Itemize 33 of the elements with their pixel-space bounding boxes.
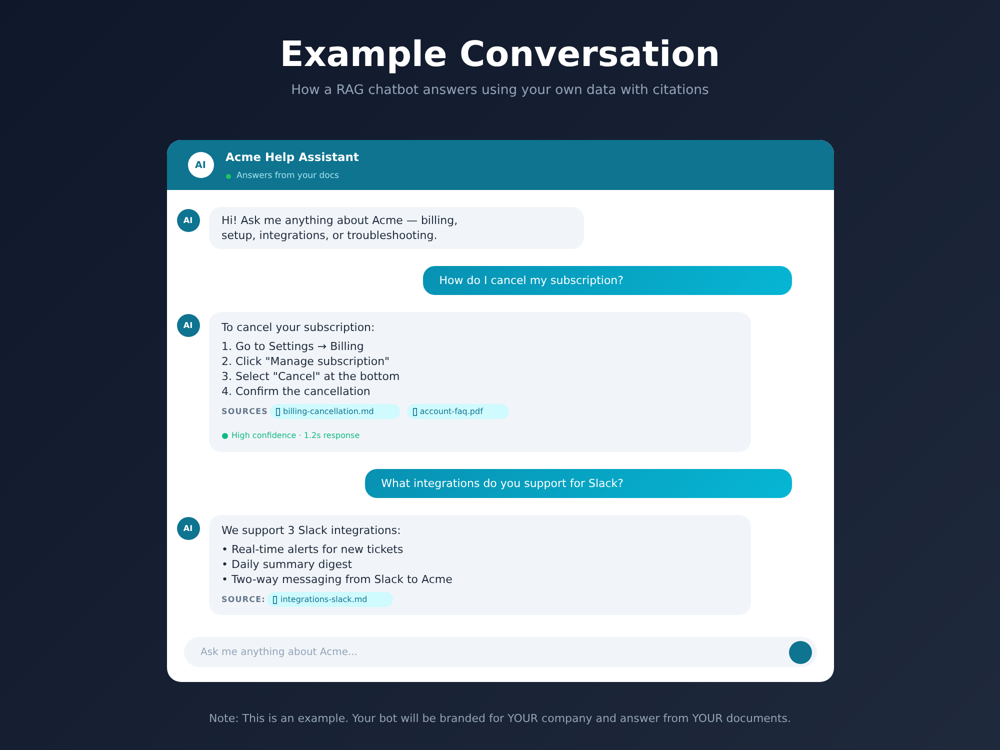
bot-avatar: AI bbox=[176, 314, 200, 337]
source-chip[interactable]: integrations-slack.md bbox=[267, 592, 394, 607]
list-item: 4. Confirm the cancellation bbox=[222, 384, 372, 399]
sources-label: SOURCE: bbox=[222, 594, 266, 606]
bot-message: Hi! Ask me anything about Acme — billing, setup, integrations, or troubleshooting. bbox=[208, 207, 584, 249]
status-dot-icon bbox=[226, 174, 230, 178]
list-item: • Two-way messaging from Slack to Acme bbox=[222, 572, 454, 587]
missing-glyph-icon bbox=[412, 408, 417, 416]
confidence-text: High confidence · 1.2s response bbox=[232, 430, 360, 442]
source-chip[interactable]: billing-cancellation.md bbox=[270, 404, 400, 419]
sources-label: SOURCES bbox=[222, 406, 268, 418]
bot-avatar: AI bbox=[176, 517, 200, 540]
status-text: Answers from your docs bbox=[236, 170, 339, 182]
list-item: 3. Select "Cancel" at the bottom bbox=[222, 369, 401, 384]
footer-note: Note: This is an example. Your bot will be branded for YOUR company and answer from YOUR documents. bbox=[209, 712, 791, 726]
page-subtitle: How a RAG chatbot answers using your own data with citations bbox=[291, 82, 709, 99]
message-input[interactable]: Ask me anything about Acme... bbox=[184, 637, 816, 667]
list-item: 1. Go to Settings → Billing bbox=[222, 339, 365, 354]
message-text: To cancel your subscription: bbox=[222, 320, 376, 335]
user-message: What integrations do you support for Slack? bbox=[365, 469, 792, 498]
assistant-avatar: AI bbox=[188, 152, 214, 178]
assistant-name: Acme Help Assistant bbox=[226, 148, 359, 164]
missing-glyph-icon bbox=[273, 596, 278, 604]
source-chip[interactable]: account-faq.pdf bbox=[406, 404, 509, 419]
message-text: We support 3 Slack integrations: bbox=[222, 523, 402, 538]
list-item: • Real-time alerts for new tickets bbox=[222, 542, 404, 557]
missing-glyph-icon bbox=[276, 408, 280, 416]
confidence-dot-icon bbox=[222, 433, 228, 439]
bot-avatar: AI bbox=[176, 209, 200, 232]
list-item: 2. Click "Manage subscription" bbox=[222, 354, 391, 369]
page-title: Example Conversation bbox=[280, 34, 720, 76]
user-message: How do I cancel my subscription? bbox=[423, 266, 792, 295]
list-item: • Daily summary digest bbox=[222, 557, 354, 572]
